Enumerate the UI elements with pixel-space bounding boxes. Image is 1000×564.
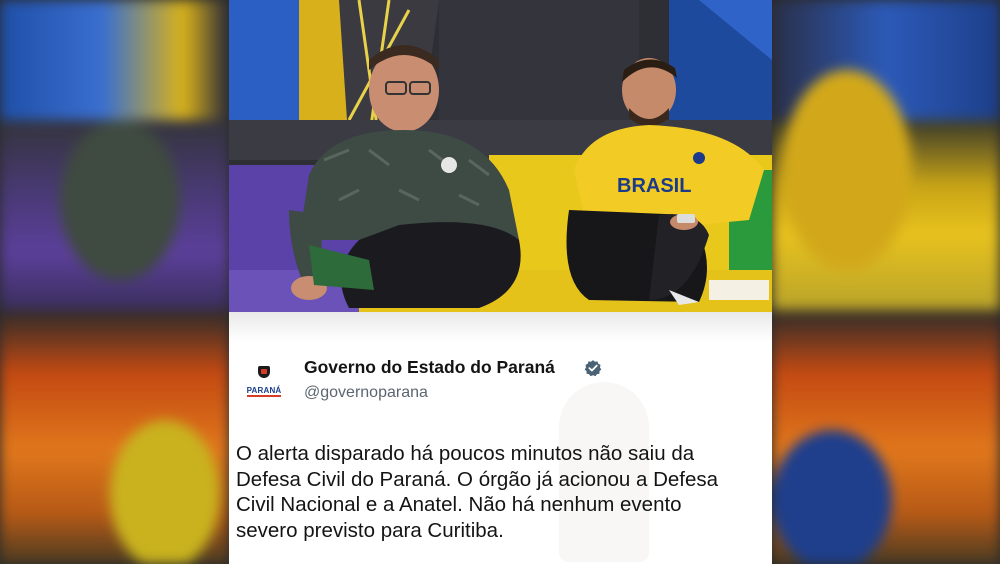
blurred-background-left: [0, 0, 229, 564]
parana-crest-icon: [258, 366, 270, 378]
studio-scene-image: BRASIL: [229, 0, 772, 312]
account-avatar[interactable]: PARANÁ: [241, 362, 287, 402]
video-frame-stage: BRASIL PARANÁ Governo do Estado do Paran…: [0, 0, 1000, 564]
account-handle[interactable]: @governoparana: [304, 384, 428, 402]
account-name[interactable]: Governo do Estado do Paraná: [304, 357, 555, 378]
verified-badge-icon: [584, 360, 602, 377]
avatar-brand-text: PARANÁ: [246, 386, 282, 397]
jersey-brasil-text: BRASIL: [617, 175, 691, 197]
video-still: BRASIL: [229, 0, 772, 312]
tweet-card: PARANÁ Governo do Estado do Paraná @gove…: [229, 312, 772, 564]
tweet-body-text: O alerta disparado há poucos minutos não…: [236, 442, 719, 542]
blurred-background-right: [772, 0, 1000, 564]
